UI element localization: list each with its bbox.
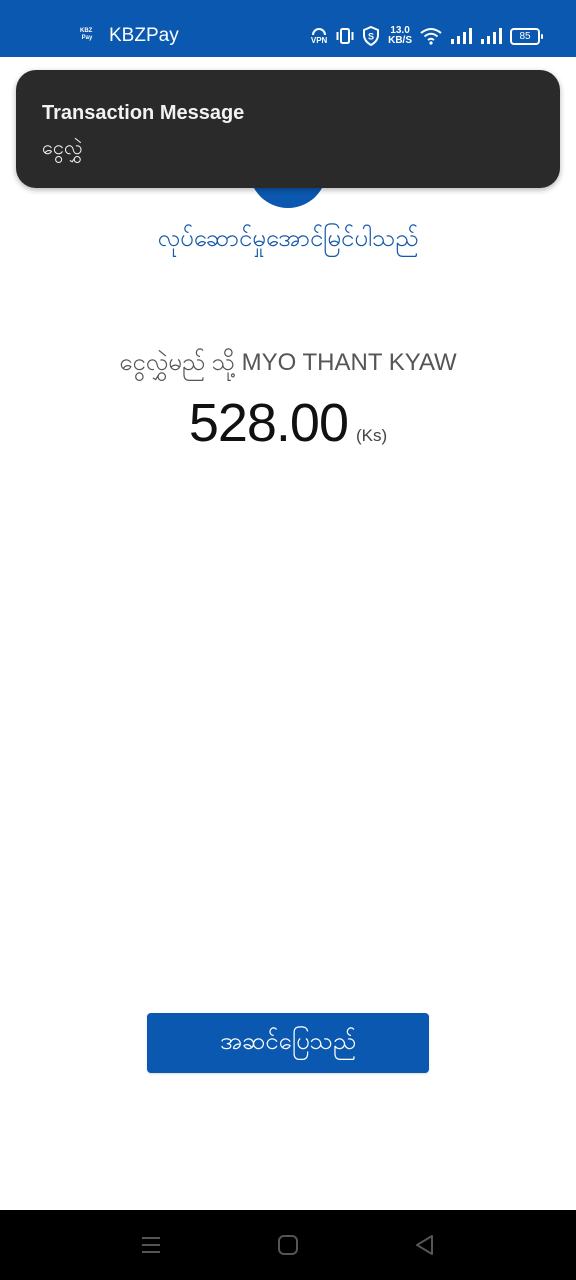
status-bar: KBZ Pay KBZPay VPN S 13.0 KB/S 85	[0, 0, 576, 57]
notification-title: Transaction Message	[42, 102, 245, 124]
amount-value: 528.00	[188, 393, 349, 453]
signal-icon	[451, 28, 472, 44]
battery-icon: 85	[510, 27, 543, 45]
home-icon[interactable]	[275, 1232, 301, 1258]
status-icons: VPN S 13.0 KB/S 85	[310, 22, 543, 50]
recipient-line: ငွေလွှဲမည် သို့ MYO THANT KYAW	[119, 349, 457, 376]
vpn-label: VPN	[310, 35, 328, 45]
vibrate-icon	[336, 28, 354, 44]
net-speed-unit: KB/S	[388, 35, 412, 46]
back-icon[interactable]	[412, 1232, 438, 1258]
notification-toast[interactable]: Transaction Message ငွေလွှဲ	[16, 70, 560, 188]
done-button[interactable]: အဆင်ပြေသည်	[147, 1013, 429, 1073]
navigation-bar	[0, 1210, 576, 1280]
success-status-text: လုပ်ဆောင်မှုအောင်မြင်ပါသည်	[157, 224, 419, 252]
app-name: KBZPay	[109, 25, 179, 46]
wifi-icon	[420, 28, 442, 45]
menu-icon[interactable]	[138, 1232, 164, 1258]
amount-display: 528.00 (Ks)	[0, 392, 576, 454]
svg-text:S: S	[368, 32, 374, 42]
network-speed: 13.0 KB/S	[388, 26, 412, 46]
vpn-icon: VPN	[310, 27, 328, 45]
kbzpay-logo-icon: KBZ Pay	[80, 28, 93, 41]
shield-icon: S	[363, 26, 380, 46]
currency-label: (Ks)	[356, 426, 388, 445]
signal-icon	[481, 28, 502, 44]
notification-body: ငွေလွှဲ	[42, 135, 83, 159]
